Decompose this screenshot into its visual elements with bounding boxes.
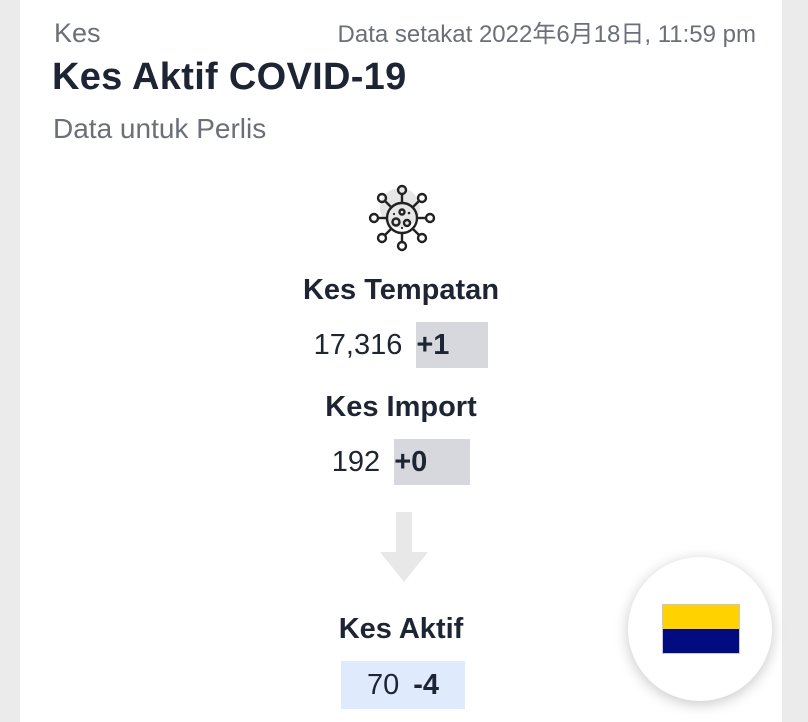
virus-icon: [368, 184, 436, 252]
data-timestamp: Data setakat 2022年6月18日, 11:59 pm: [337, 21, 756, 48]
local-cases-label: Kes Tempatan: [302, 274, 500, 306]
card-subtitle: Data untuk Perlis: [53, 113, 267, 144]
import-cases-label: Kes Import: [325, 391, 477, 423]
import-cases-value: 192: [331, 445, 381, 478]
import-cases-delta: +0: [394, 439, 471, 485]
active-cases-box: 70 -4: [341, 661, 465, 709]
card-header-row: Kes Data setakat 2022年6月18日, 11:59 pm: [54, 14, 756, 49]
flag-bottom-stripe: [663, 629, 739, 653]
flag-top-stripe: [663, 605, 739, 629]
import-cases-row: 192 +0: [20, 439, 782, 485]
active-cases-value: 70: [366, 668, 400, 701]
arrow-down-icon: [380, 512, 428, 582]
active-cases-delta: -4: [413, 668, 440, 701]
card-title: Kes Aktif COVID-19: [52, 56, 407, 98]
local-cases-row: 17,316 +1: [20, 322, 782, 368]
category-label: Kes: [54, 18, 101, 48]
local-cases-value: 17,316: [313, 328, 403, 361]
perlis-flag-icon: [662, 604, 740, 654]
local-cases-delta: +1: [416, 322, 489, 368]
state-flag-button[interactable]: [628, 557, 772, 701]
